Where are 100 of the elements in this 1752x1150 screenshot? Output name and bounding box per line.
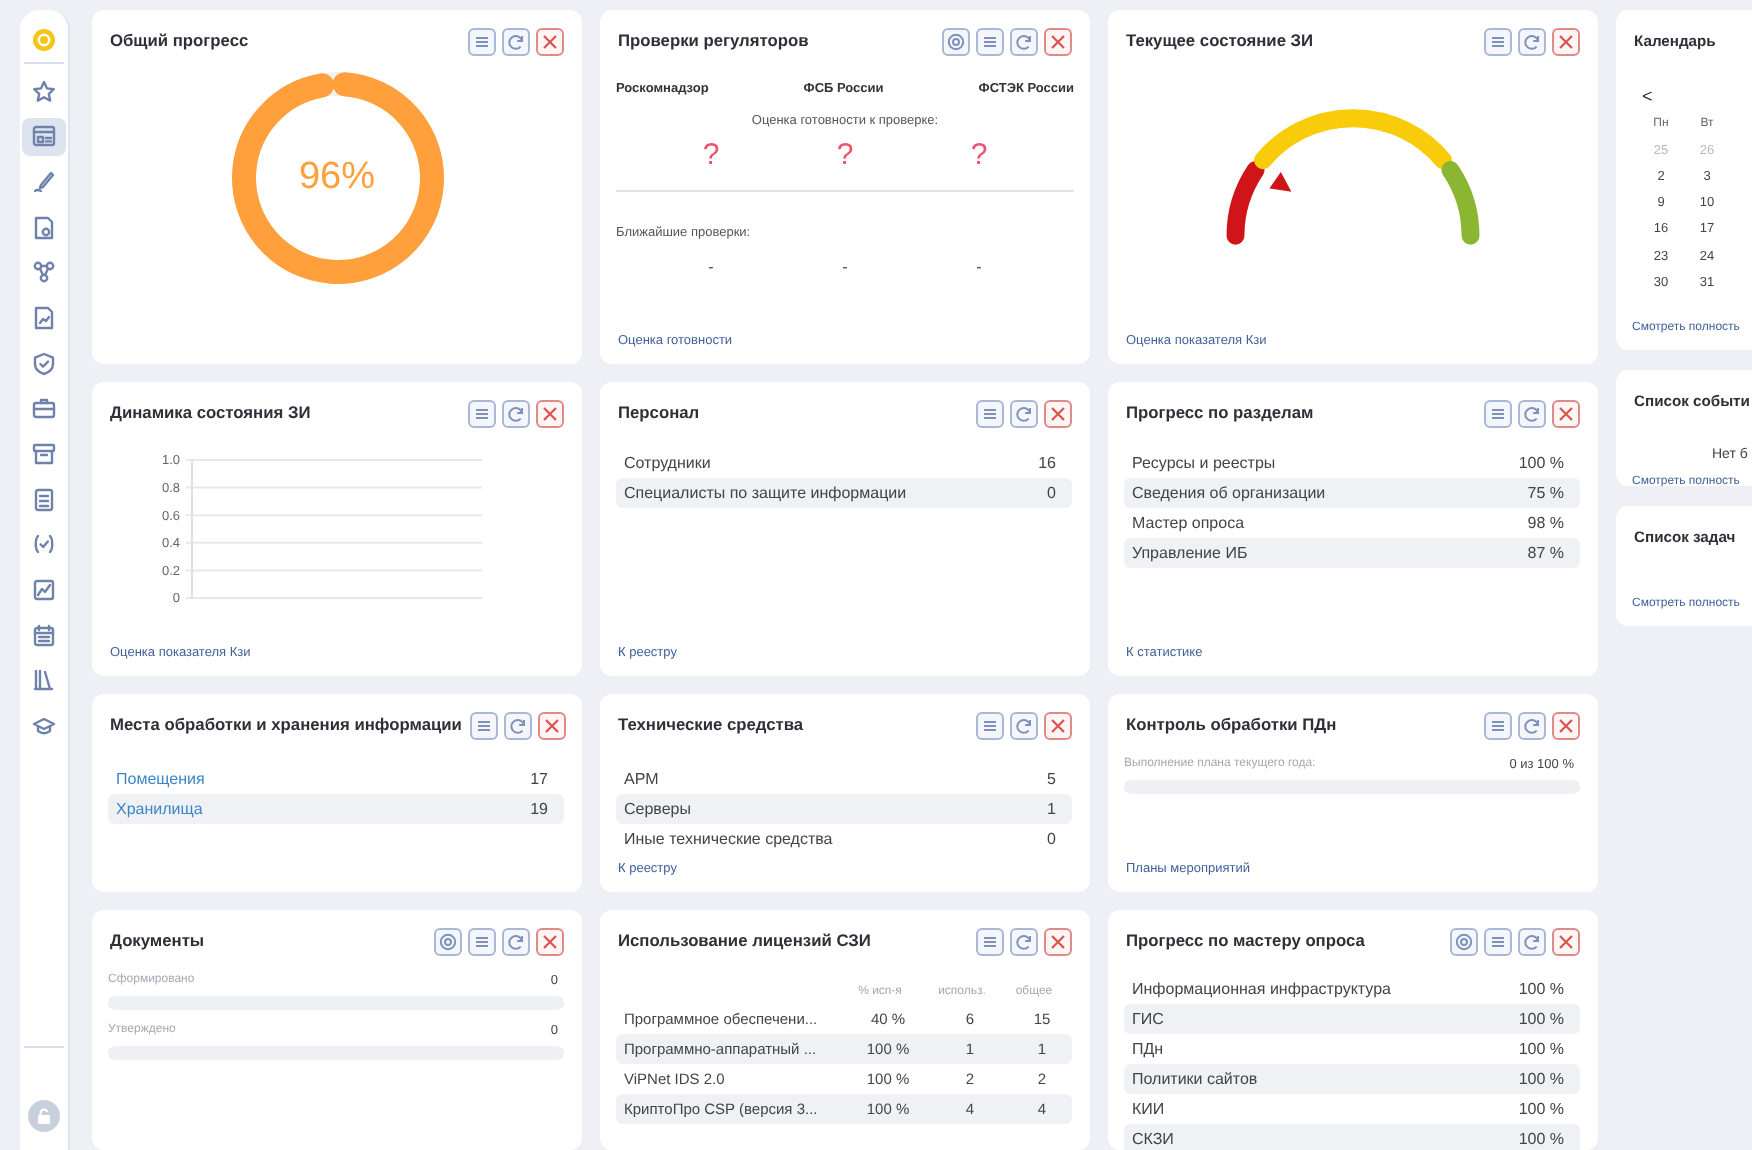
close-icon xyxy=(1048,32,1068,52)
refresh-button[interactable] xyxy=(502,400,530,428)
refresh-icon xyxy=(1014,716,1034,736)
refresh-icon xyxy=(1014,404,1034,424)
menu-button[interactable] xyxy=(469,712,498,740)
close-icon xyxy=(540,32,560,52)
menu-icon xyxy=(473,716,494,736)
refresh-button[interactable] xyxy=(502,28,530,56)
refresh-icon xyxy=(1522,32,1542,52)
menu-button[interactable] xyxy=(976,400,1004,428)
card-title: Персонал xyxy=(618,400,700,426)
row-label: КИИ xyxy=(1132,1097,1165,1121)
next-check-date: - xyxy=(976,255,982,279)
settings-button[interactable] xyxy=(1450,928,1478,956)
row-label: Ресурсы и реестры xyxy=(1132,451,1276,475)
close-button[interactable] xyxy=(536,28,564,56)
menu-icon xyxy=(1488,32,1508,52)
refresh-button[interactable] xyxy=(1518,712,1546,740)
menu-button[interactable] xyxy=(468,400,496,428)
close-button[interactable] xyxy=(1044,400,1072,428)
row-label: Серверы xyxy=(624,797,691,821)
sidebar-item[interactable] xyxy=(22,117,66,156)
menu-button[interactable] xyxy=(976,28,1004,56)
refresh-button[interactable] xyxy=(503,712,532,740)
close-button[interactable] xyxy=(536,928,564,956)
menu-button[interactable] xyxy=(976,712,1004,740)
close-icon xyxy=(1556,32,1576,52)
close-button[interactable] xyxy=(1044,712,1072,740)
close-button[interactable] xyxy=(1044,28,1072,56)
row-value: 75 % xyxy=(1527,481,1564,505)
refresh-icon xyxy=(1014,932,1034,952)
menu-button[interactable] xyxy=(1484,928,1512,956)
refresh-icon xyxy=(506,32,526,52)
row-value: 16 xyxy=(1038,451,1056,475)
refresh-button[interactable] xyxy=(1010,712,1038,740)
settings-icon xyxy=(1454,932,1474,952)
row-label: АРМ xyxy=(624,767,659,791)
menu-button[interactable] xyxy=(976,928,1004,956)
archive-icon xyxy=(32,442,56,466)
logo-icon xyxy=(32,28,56,52)
close-button[interactable] xyxy=(1552,928,1580,956)
close-button[interactable] xyxy=(1044,928,1072,956)
row-value: 0 xyxy=(1047,481,1056,505)
menu-icon xyxy=(980,932,1000,952)
card-title: Места обработки и хранения информации xyxy=(110,712,462,738)
card-title: Прогресс по мастеру опроса xyxy=(1126,928,1365,954)
settings-button[interactable] xyxy=(434,928,462,956)
refresh-icon xyxy=(1522,932,1542,952)
refresh-button[interactable] xyxy=(1518,28,1546,56)
card-title: Текущее состояние ЗИ xyxy=(1126,28,1314,54)
menu-button[interactable] xyxy=(1484,400,1512,428)
row-value: 100 % xyxy=(1518,1067,1564,1091)
menu-icon xyxy=(1488,716,1508,736)
checklist-icon xyxy=(32,487,56,512)
menu-button[interactable] xyxy=(468,28,496,56)
menu-icon xyxy=(980,716,1000,736)
close-icon xyxy=(540,932,560,952)
previous-month-button[interactable]: < xyxy=(1642,86,1653,106)
menu-button[interactable] xyxy=(1484,712,1512,740)
row-value: 98 % xyxy=(1527,511,1564,535)
refresh-icon xyxy=(507,716,528,736)
close-icon xyxy=(1556,716,1576,736)
settings-button[interactable] xyxy=(942,28,970,56)
row-value: 19 xyxy=(530,797,548,821)
menu-button[interactable] xyxy=(1484,28,1512,56)
list-link[interactable]: Помещения xyxy=(116,767,205,791)
refresh-icon xyxy=(1522,404,1542,424)
close-button[interactable] xyxy=(1552,28,1580,56)
close-button[interactable] xyxy=(1552,400,1580,428)
lock-icon xyxy=(36,1108,52,1124)
row-label: Иные технические средства xyxy=(624,827,833,851)
readiness-mark: ? xyxy=(970,135,988,175)
row-value: 100 % xyxy=(1518,1037,1564,1061)
refresh-button[interactable] xyxy=(502,928,530,956)
card-title: Технические средства xyxy=(618,712,804,738)
row-label: Сведения об организации xyxy=(1132,481,1326,505)
row-value: 5 xyxy=(1047,767,1056,791)
row-value: 100 % xyxy=(1518,977,1564,1001)
settings-icon xyxy=(438,932,458,952)
menu-icon xyxy=(472,404,492,424)
refresh-button[interactable] xyxy=(1518,928,1546,956)
refresh-button[interactable] xyxy=(1518,400,1546,428)
refresh-button[interactable] xyxy=(1010,28,1038,56)
card-title: Использование лицензий СЗИ xyxy=(618,928,871,954)
close-icon xyxy=(541,716,562,736)
close-icon xyxy=(540,404,560,424)
close-button[interactable] xyxy=(537,712,566,740)
card-title: Динамика состояния ЗИ xyxy=(110,400,311,426)
chart-document-icon xyxy=(32,305,56,330)
row-value: 0 xyxy=(1047,827,1056,851)
refresh-icon xyxy=(1014,32,1034,52)
close-button[interactable] xyxy=(1552,712,1580,740)
refresh-button[interactable] xyxy=(1010,400,1038,428)
refresh-button[interactable] xyxy=(1010,928,1038,956)
close-button[interactable] xyxy=(536,400,564,428)
row-value: 100 % xyxy=(1518,451,1564,475)
shield-icon xyxy=(32,351,56,376)
menu-button[interactable] xyxy=(468,928,496,956)
close-icon xyxy=(1048,716,1068,736)
settings-icon xyxy=(946,32,966,52)
